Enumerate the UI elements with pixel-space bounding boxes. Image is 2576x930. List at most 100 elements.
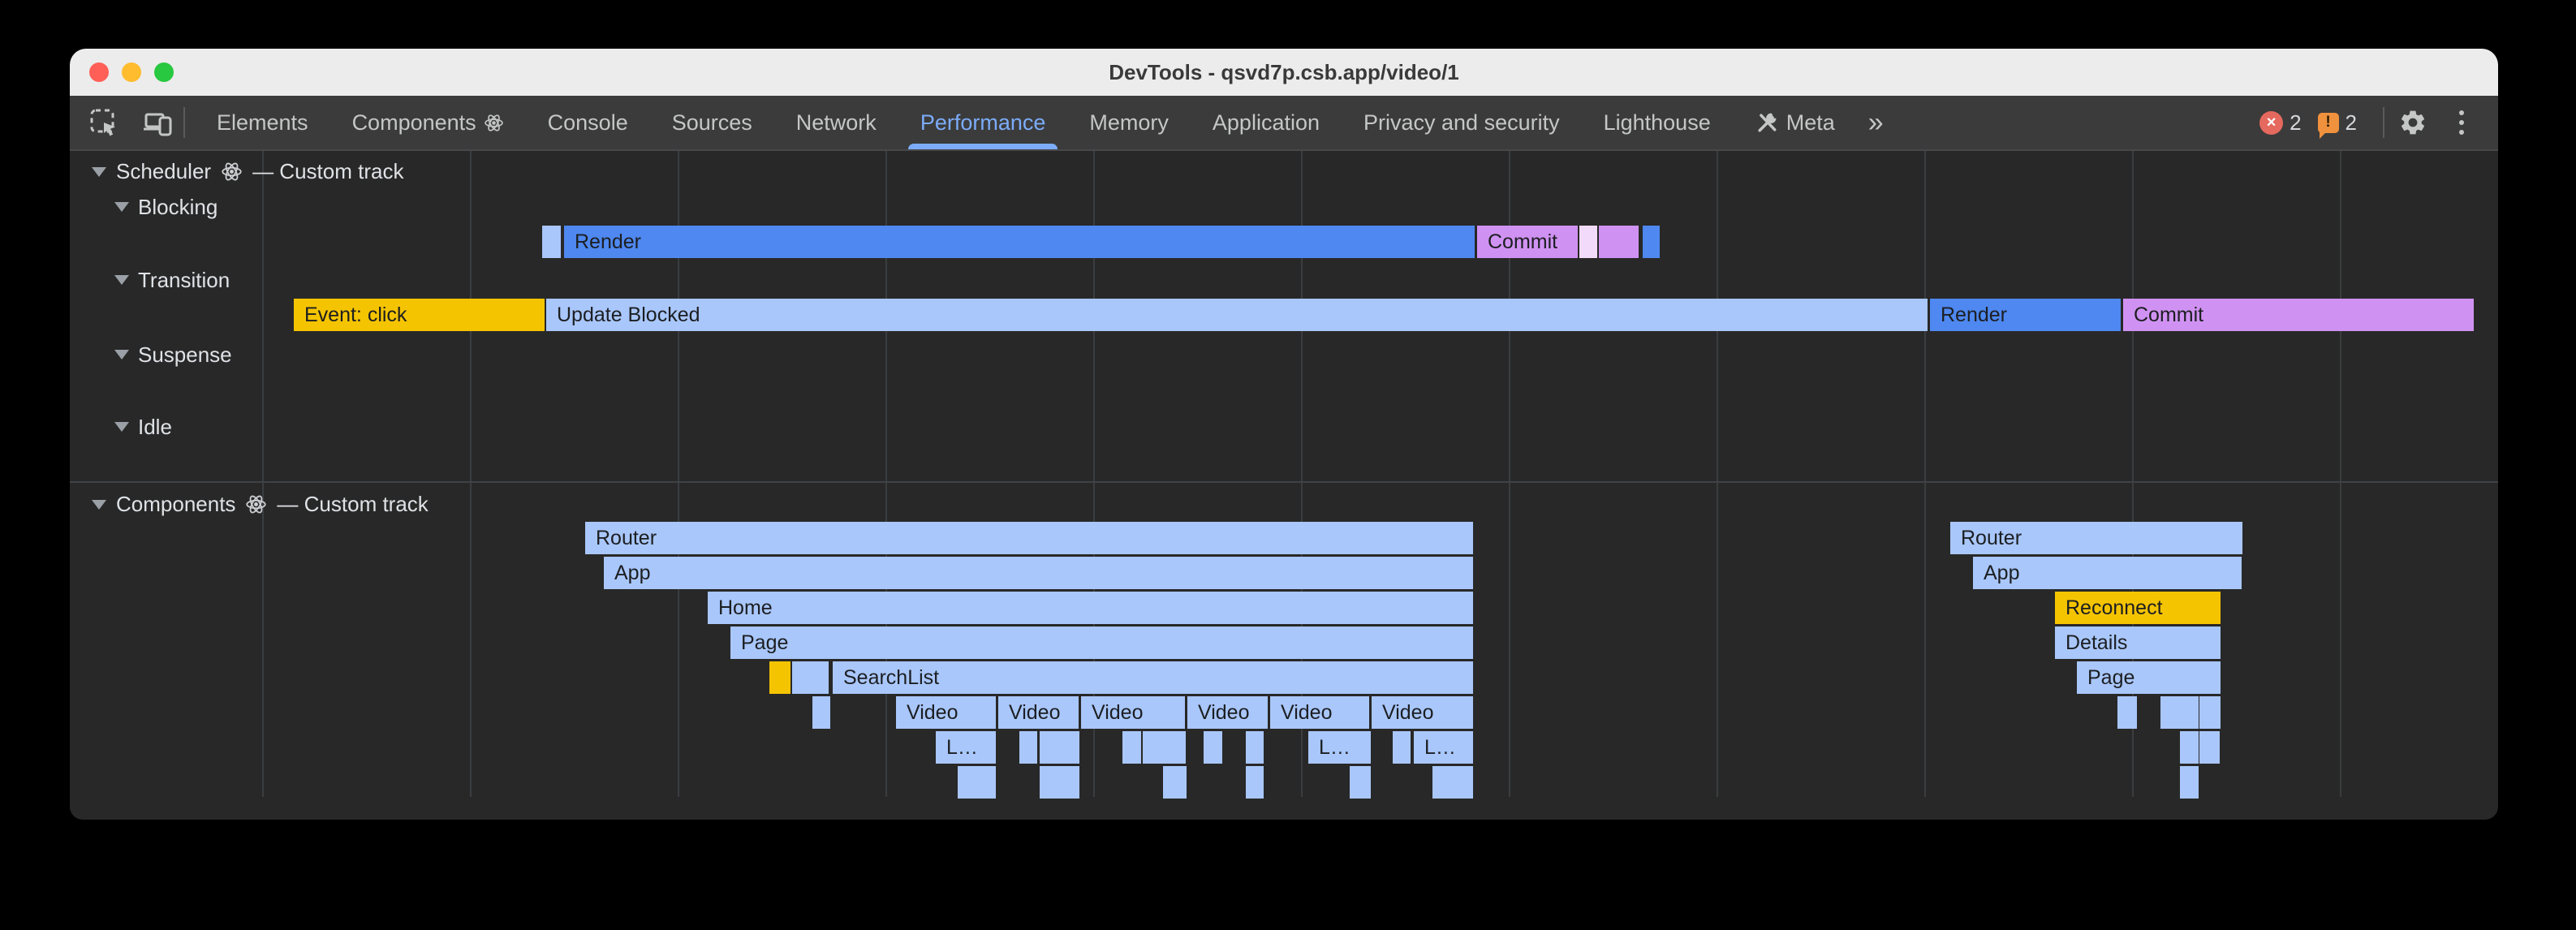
- tab-label: Console: [548, 110, 628, 136]
- console-errors-badge[interactable]: × 2: [2259, 110, 2301, 136]
- flame-bar[interactable]: [1599, 226, 1639, 258]
- tab-application[interactable]: Application: [1191, 96, 1342, 149]
- flame-bar[interactable]: [2180, 731, 2199, 764]
- flame-bar[interactable]: [1246, 766, 1264, 799]
- flame-bar[interactable]: [1143, 731, 1186, 764]
- lane-blocking[interactable]: Blocking: [114, 191, 218, 223]
- traffic-lights: [89, 49, 174, 96]
- settings-button[interactable]: [2394, 104, 2432, 141]
- app-bar[interactable]: App: [604, 557, 1473, 589]
- flame-bar[interactable]: [2199, 696, 2221, 729]
- flame-bar[interactable]: [2180, 766, 2199, 799]
- close-window-button[interactable]: [89, 62, 109, 82]
- page-bar[interactable]: Page: [2077, 661, 2221, 694]
- tab-label: Components: [352, 110, 476, 136]
- update-blocked-bar[interactable]: Update Blocked: [546, 299, 1928, 331]
- zoom-window-button[interactable]: [154, 62, 174, 82]
- app-bar[interactable]: App: [1973, 557, 2242, 589]
- device-toolbar-icon: [142, 107, 173, 138]
- lane-idle[interactable]: Idle: [114, 411, 172, 443]
- flame-bar[interactable]: [2199, 731, 2220, 764]
- tab-sources[interactable]: Sources: [650, 96, 774, 149]
- flame-bar[interactable]: [2160, 696, 2199, 729]
- searchlist-bar[interactable]: SearchList: [833, 661, 1473, 694]
- flame-bar[interactable]: [1350, 766, 1371, 799]
- collapse-triangle-icon[interactable]: [114, 350, 129, 360]
- device-toolbar-button[interactable]: [141, 106, 174, 139]
- collapse-triangle-icon[interactable]: [92, 167, 106, 177]
- components-track-header[interactable]: Components — Custom track: [92, 492, 429, 517]
- error-count: 2: [2290, 110, 2301, 136]
- flame-bar[interactable]: [1019, 731, 1037, 764]
- video-bar[interactable]: Video: [998, 696, 1079, 729]
- inspect-icon: [88, 107, 119, 138]
- details-bar[interactable]: Details: [2055, 626, 2221, 659]
- video-bar[interactable]: Video: [896, 696, 996, 729]
- tools-icon: [1755, 110, 1779, 135]
- reconnect-bar[interactable]: Reconnect: [2055, 592, 2221, 624]
- flame-bar[interactable]: [1246, 731, 1264, 764]
- tab-lighthouse[interactable]: Lighthouse: [1582, 96, 1733, 149]
- flame-bar[interactable]: [1432, 766, 1473, 799]
- more-tabs-button[interactable]: »: [1857, 107, 1893, 139]
- flame-bar[interactable]: [958, 766, 996, 799]
- flame-bar[interactable]: [1040, 766, 1079, 799]
- collapse-triangle-icon[interactable]: [92, 500, 106, 510]
- l-bar[interactable]: L…: [936, 731, 996, 764]
- toolbar-divider: [183, 107, 185, 138]
- collapse-triangle-icon[interactable]: [114, 422, 129, 432]
- l-bar[interactable]: L…: [1414, 731, 1473, 764]
- inspect-element-button[interactable]: [88, 106, 120, 139]
- router-bar[interactable]: Router: [1950, 522, 2242, 554]
- flame-bar[interactable]: [792, 661, 829, 694]
- tab-console[interactable]: Console: [526, 96, 650, 149]
- collapse-triangle-icon[interactable]: [114, 202, 129, 212]
- home-bar[interactable]: Home: [708, 592, 1473, 624]
- flame-bar[interactable]: [1579, 226, 1597, 258]
- issues-badge[interactable]: ! 2: [2318, 110, 2357, 136]
- tab-memory[interactable]: Memory: [1067, 96, 1191, 149]
- flame-bar[interactable]: [542, 226, 561, 258]
- tab-network[interactable]: Network: [774, 96, 898, 149]
- flame-bar[interactable]: [1122, 731, 1141, 764]
- window-title: DevTools - qsvd7p.csb.app/video/1: [70, 60, 2498, 85]
- router-bar[interactable]: Router: [585, 522, 1473, 554]
- lane-transition[interactable]: Transition: [114, 264, 230, 296]
- l-bar[interactable]: L…: [1308, 731, 1371, 764]
- gridline: [1717, 151, 1718, 797]
- tab-meta[interactable]: Meta: [1733, 96, 1857, 149]
- tab-privacy-and-security[interactable]: Privacy and security: [1342, 96, 1582, 149]
- tab-label: Elements: [217, 110, 308, 136]
- flame-bar[interactable]: [1163, 766, 1187, 799]
- video-bar[interactable]: Video: [1270, 696, 1369, 729]
- video-bar[interactable]: Video: [1372, 696, 1473, 729]
- flame-bar[interactable]: [1040, 731, 1079, 764]
- commit-bar[interactable]: Commit: [2123, 299, 2474, 331]
- panel-tabs: ElementsComponentsConsoleSourcesNetworkP…: [195, 96, 1857, 149]
- tab-performance[interactable]: Performance: [898, 96, 1068, 149]
- track-subtitle: — Custom track: [277, 492, 428, 517]
- flame-bar[interactable]: [1643, 226, 1660, 258]
- flame-bar[interactable]: [2117, 696, 2137, 729]
- commit-bar[interactable]: Commit: [1477, 226, 1578, 258]
- page-bar[interactable]: Page: [730, 626, 1473, 659]
- devtools-toolbar: ElementsComponentsConsoleSourcesNetworkP…: [70, 96, 2498, 151]
- flame-bar[interactable]: [1204, 731, 1222, 764]
- video-bar[interactable]: Video: [1081, 696, 1185, 729]
- flame-bar[interactable]: [769, 661, 790, 694]
- collapse-triangle-icon[interactable]: [114, 275, 129, 285]
- devtools-window: DevTools - qsvd7p.csb.app/video/1 Elemen…: [70, 49, 2498, 820]
- react-atom-icon: [221, 161, 243, 183]
- tab-elements[interactable]: Elements: [195, 96, 330, 149]
- more-options-button[interactable]: [2443, 104, 2480, 141]
- event-click-bar[interactable]: Event: click: [294, 299, 545, 331]
- video-bar[interactable]: Video: [1187, 696, 1268, 729]
- render-bar[interactable]: Render: [1930, 299, 2121, 331]
- tab-components[interactable]: Components: [330, 96, 526, 149]
- render-bar[interactable]: Render: [564, 226, 1475, 258]
- flame-bar[interactable]: [1393, 731, 1411, 764]
- scheduler-track-header[interactable]: Scheduler — Custom track: [92, 159, 403, 184]
- flame-bar[interactable]: [812, 696, 830, 729]
- lane-suspense[interactable]: Suspense: [114, 338, 232, 371]
- minimize-window-button[interactable]: [122, 62, 141, 82]
